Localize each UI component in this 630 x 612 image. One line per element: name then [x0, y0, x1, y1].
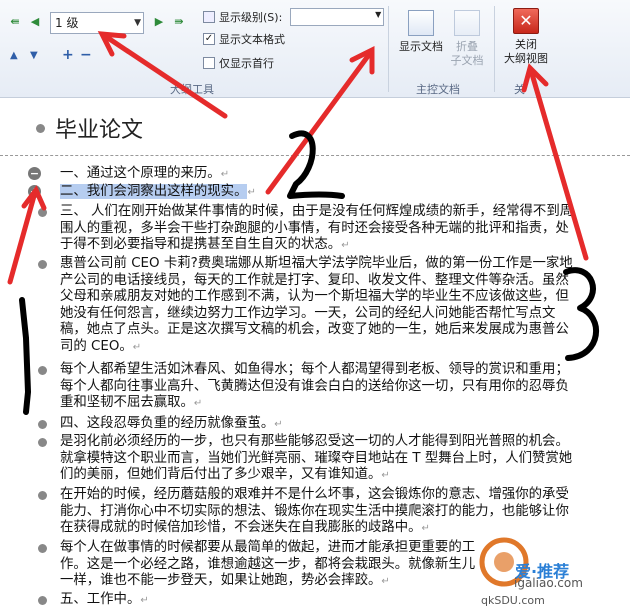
demote-to-body-icon[interactable]: ⇛	[172, 15, 186, 29]
show-document-button[interactable]: 显示文档	[396, 10, 446, 54]
outline-item[interactable]: 惠普公司前 CEO 卡莉?费奥瑞娜从斯坦福大学法学院毕业后，做的第一份工作是一家…	[38, 256, 580, 356]
show-level-icon	[203, 11, 215, 23]
outline-item[interactable]: 每个人在做事情的时候都要从最简单的做起，进而才能承担更重要的工作。这是一个必经之…	[38, 540, 480, 591]
show-text-format-checkbox[interactable]: ✓	[203, 33, 215, 45]
master-document-group-label: 主控文档	[416, 83, 460, 96]
outline-bullet-icon	[38, 420, 47, 429]
close-outline-view-button[interactable]: ✕ 关闭 大纲视图	[498, 8, 554, 66]
outline-item[interactable]: − 一、通过这个原理的来历。↵	[28, 166, 580, 184]
outline-bullet-icon	[38, 438, 47, 447]
ribbon: ⇚ ◀ 1 级 ▼ ▶ ⇛ ▲ ▼ + − 显示级别(S): ▼ ✓ 显示文本格…	[0, 0, 630, 98]
outline-item[interactable]: 是羽化前必须经历的一步，也只有那些能够忍受这一切的人才能得到阳光普照的机会。就拿…	[38, 434, 580, 485]
collapse-icon[interactable]: −	[80, 48, 92, 62]
outline-level-select[interactable]: 1 级 ▼	[50, 12, 144, 34]
expand-icon[interactable]: +	[62, 48, 74, 62]
show-level-row: 显示级别(S): ▼	[203, 8, 385, 26]
collapse-icon[interactable]: −	[28, 167, 41, 180]
chevron-down-icon: ▼	[134, 18, 141, 28]
collapse-subdocuments-icon	[454, 10, 480, 36]
outline-bullet-icon	[38, 491, 47, 500]
chevron-down-icon: ▼	[375, 10, 382, 19]
first-line-only-row[interactable]: 仅显示首行	[203, 55, 274, 71]
first-line-only-checkbox[interactable]	[203, 57, 215, 69]
outline-bullet-icon	[38, 208, 47, 217]
separator	[388, 6, 389, 92]
section-break	[0, 155, 630, 156]
move-up-icon[interactable]: ▲	[10, 50, 18, 61]
outline-item[interactable]: + 二、我们会洞察出这样的现实。↵	[28, 184, 580, 202]
show-level-combo[interactable]: ▼	[290, 8, 385, 26]
outline-bullet-icon	[38, 260, 47, 269]
outline-title-item[interactable]: 毕业论文	[36, 112, 143, 144]
collapse-subdocuments-button[interactable]: 折叠 子文档	[444, 10, 490, 68]
promote-icon[interactable]: ◀	[28, 15, 42, 29]
move-down-icon[interactable]: ▼	[30, 50, 38, 61]
show-text-format-row[interactable]: ✓ 显示文本格式	[203, 31, 285, 47]
outline-bullet-icon	[38, 596, 47, 605]
outline-item[interactable]: 四、这段忍辱负重的经历就像蚕茧。↵	[38, 416, 580, 434]
demote-icon[interactable]: ▶	[152, 15, 166, 29]
outline-tools-group-label: 大纲工具	[170, 83, 214, 96]
page-title: 毕业论文	[55, 118, 144, 143]
watermark-tag: qkSDU.com	[481, 594, 545, 607]
close-icon: ✕	[513, 8, 539, 34]
expand-icon[interactable]: +	[28, 185, 41, 198]
outline-item[interactable]: 三、 人们在刚开始做某件事情的时候，由于是没有任何辉煌成绩的新手，经常得不到周围…	[38, 204, 580, 255]
outline-bullet-icon	[36, 123, 45, 133]
watermark-url: igaliao.com	[514, 576, 583, 590]
close-group-label: 关	[514, 83, 525, 96]
outline-bullet-icon	[38, 366, 47, 375]
show-document-icon	[408, 10, 434, 36]
promote-to-heading1-icon[interactable]: ⇚	[8, 15, 22, 29]
separator	[494, 6, 495, 92]
outline-item[interactable]: 每个人都希望生活如沐春风、如鱼得水；每个人都渴望得到老板、领导的赏识和重用；每个…	[38, 362, 580, 413]
outline-bullet-icon	[38, 544, 47, 553]
